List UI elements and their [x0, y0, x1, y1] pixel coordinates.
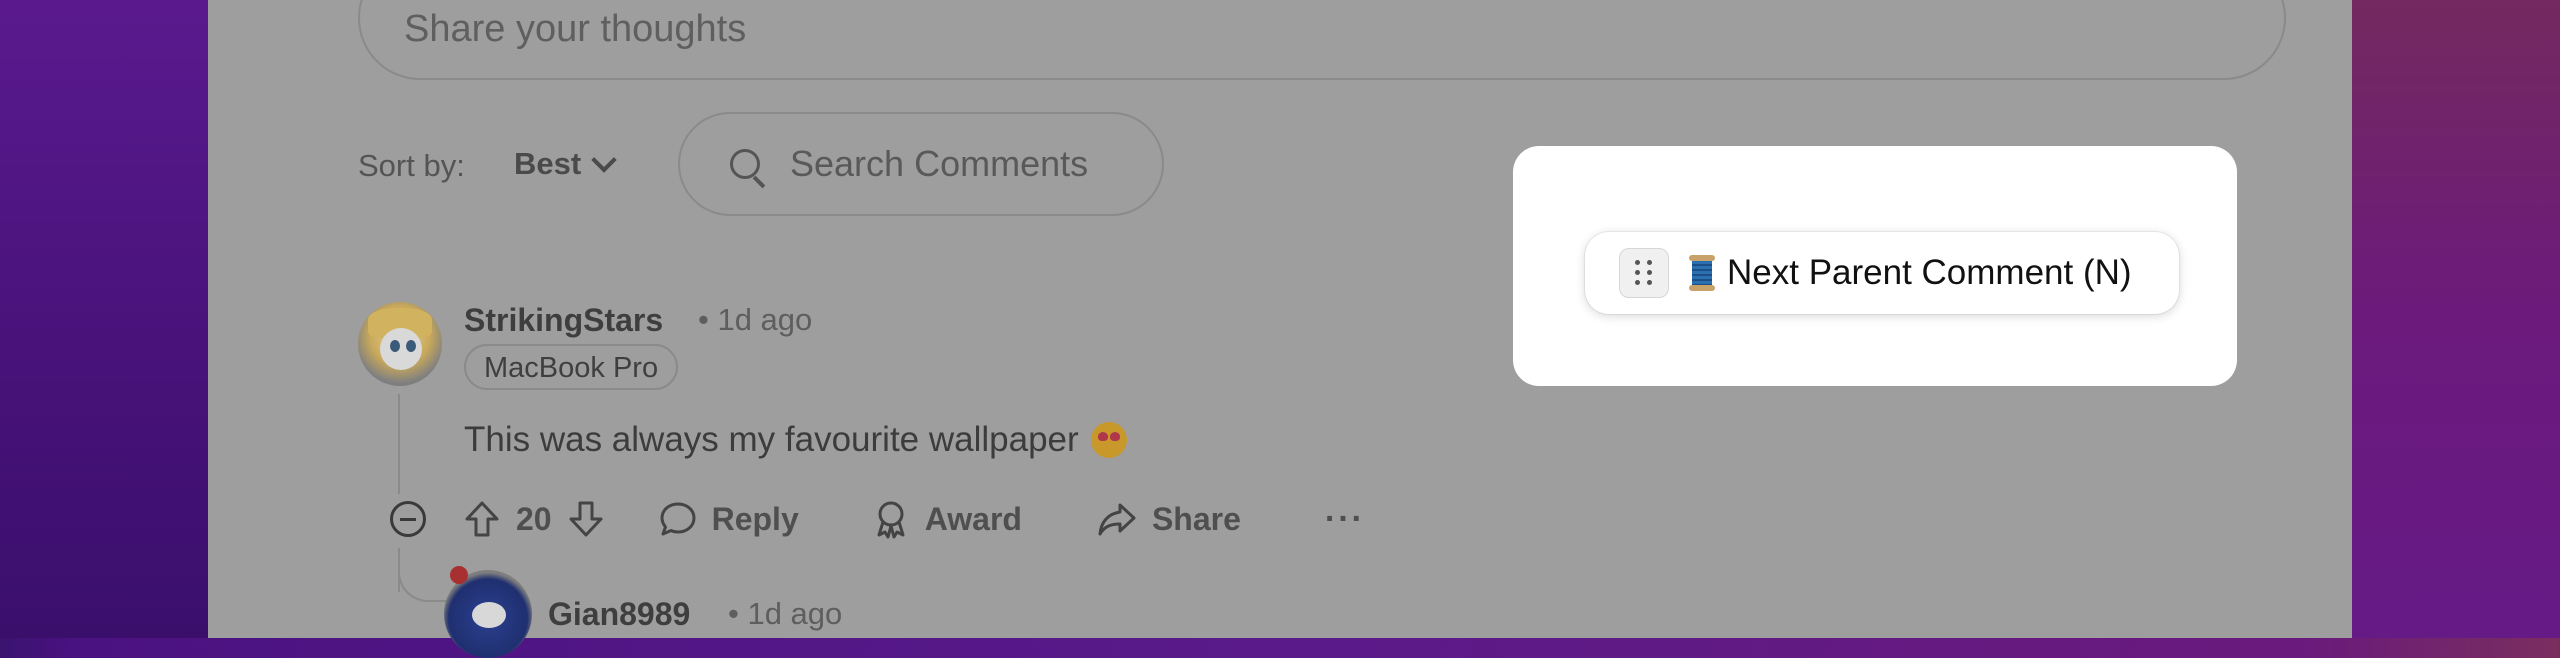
sort-dropdown[interactable]: Best: [514, 146, 617, 182]
share-label: Share: [1151, 500, 1241, 537]
vote-count: 20: [516, 500, 552, 537]
reply-button[interactable]: Reply: [658, 499, 799, 539]
comment-timestamp: • 1d ago: [698, 302, 813, 337]
reply-username[interactable]: Gian8989: [548, 596, 690, 633]
composer-placeholder: Share your thoughts: [404, 8, 747, 50]
search-icon: [730, 149, 766, 189]
comment-body: This was always my favourite wallpaper: [464, 420, 1127, 460]
award-button[interactable]: Award: [871, 499, 1022, 539]
comment-username[interactable]: StrikingStars: [464, 302, 663, 339]
sort-label: Sort by:: [358, 148, 465, 183]
share-button[interactable]: Share: [1096, 499, 1241, 539]
spool-of-thread-icon: [1689, 255, 1715, 291]
comment-text: This was always my favourite wallpaper: [464, 420, 1079, 459]
reply-thread-connector: [398, 560, 450, 602]
thread-line[interactable]: [398, 394, 400, 494]
heart-eyes-emoji-icon: [1090, 422, 1127, 458]
comment-composer[interactable]: Share your thoughts: [358, 0, 2286, 80]
drag-handle-icon[interactable]: [1619, 248, 1669, 298]
next-parent-comment-shortcut[interactable]: Next Parent Comment (N): [1585, 232, 2179, 314]
avatar[interactable]: [444, 566, 532, 658]
downvote-icon[interactable]: [566, 499, 606, 539]
award-icon: [877, 501, 905, 539]
reply-timestamp: • 1d ago: [728, 596, 843, 631]
shortcut-label: Next Parent Comment (N): [1727, 253, 2132, 292]
share-icon: [1098, 503, 1136, 536]
desktop-background-right: [2350, 0, 2560, 638]
upvote-icon[interactable]: [462, 499, 502, 539]
more-options-icon[interactable]: ···: [1325, 500, 1365, 539]
sort-value: Best: [514, 146, 582, 181]
reply-label: Reply: [711, 500, 799, 537]
search-placeholder: Search Comments: [790, 143, 1089, 184]
award-label: Award: [924, 500, 1022, 537]
user-flair: MacBook Pro: [464, 344, 679, 390]
chevron-down-icon: [591, 147, 617, 173]
avatar[interactable]: [358, 302, 442, 386]
collapse-thread-icon[interactable]: [390, 501, 426, 537]
comment-actions: 20 Reply Award Share ···: [378, 492, 1365, 546]
shortcut-hint-card: Next Parent Comment (N): [1513, 146, 2237, 386]
comment-bubble-icon: [660, 502, 696, 536]
search-comments-input[interactable]: Search Comments: [678, 112, 1164, 216]
desktop-background-left: [0, 0, 210, 638]
